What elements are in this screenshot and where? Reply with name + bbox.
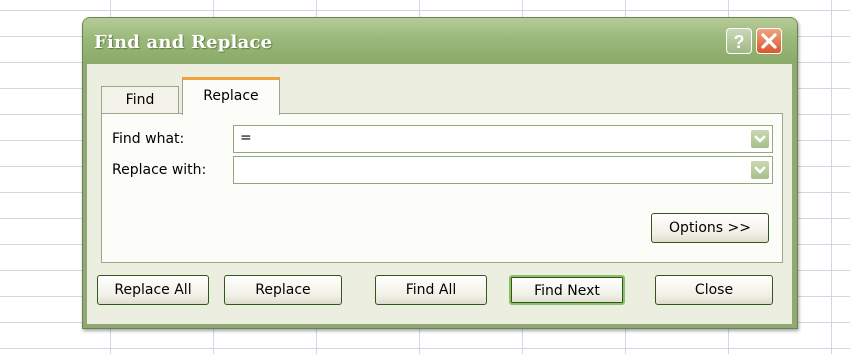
question-mark-icon[interactable]: ? (726, 28, 752, 54)
replace-button[interactable]: Replace (224, 275, 342, 305)
close-x-icon[interactable] (756, 28, 782, 54)
replace-panel: Find what: = Replace with: Options >> (101, 113, 783, 263)
replace-all-button[interactable]: Replace All (97, 275, 209, 305)
close-button[interactable]: Close (655, 275, 773, 305)
title-bar[interactable]: Find and Replace ? (83, 18, 797, 64)
dialog-title: Find and Replace (94, 32, 273, 53)
chevron-down-icon[interactable] (750, 129, 770, 149)
replace-with-combobox[interactable] (233, 156, 773, 184)
find-what-label: Find what: (112, 131, 185, 147)
svg-text:?: ? (734, 32, 745, 52)
find-next-button[interactable]: Find Next (509, 275, 625, 305)
find-replace-dialog: Find and Replace ? Find Replace Find wha… (82, 17, 798, 329)
tab-find[interactable]: Find (101, 86, 179, 114)
chevron-down-icon[interactable] (750, 160, 770, 180)
options-button[interactable]: Options >> (651, 213, 769, 243)
tab-replace[interactable]: Replace (182, 77, 280, 115)
dialog-body: Find Replace Find what: = Replace with: … (87, 64, 792, 324)
replace-with-label: Replace with: (112, 162, 207, 178)
find-what-input[interactable]: = (240, 130, 252, 146)
find-all-button[interactable]: Find All (375, 275, 487, 305)
find-what-combobox[interactable]: = (233, 125, 773, 153)
